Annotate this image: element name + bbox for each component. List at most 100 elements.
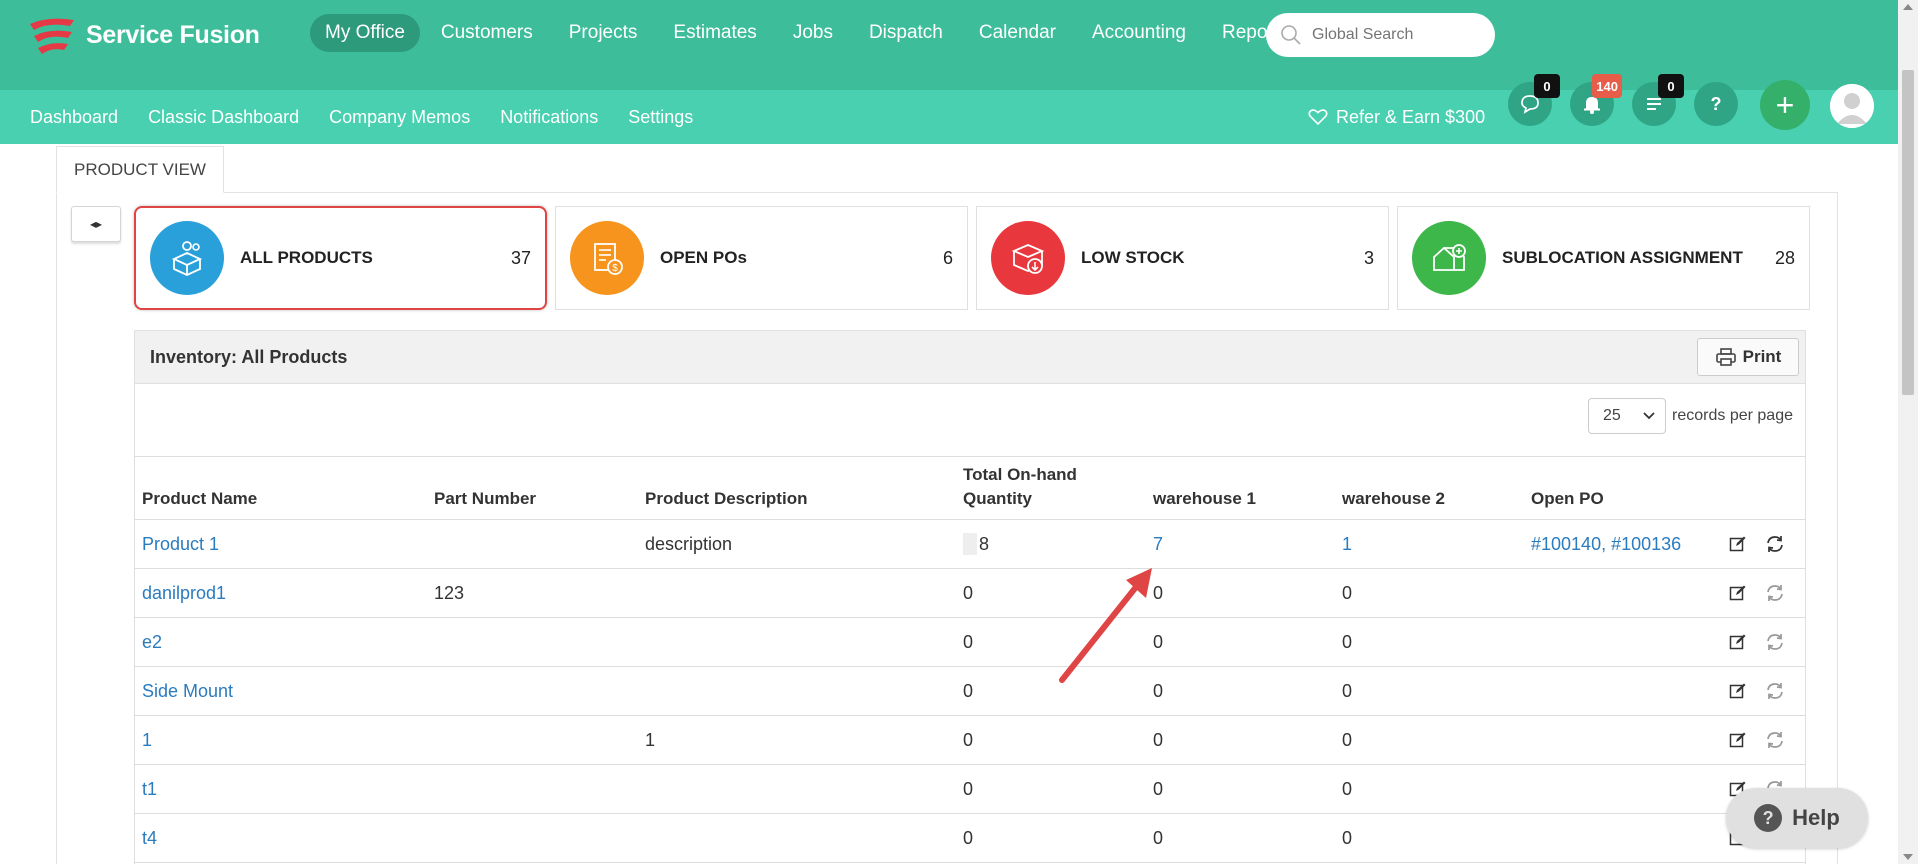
nav-estimates[interactable]: Estimates — [658, 14, 771, 52]
scroll-down-arrow-icon[interactable] — [1903, 854, 1913, 860]
page-scrollbar[interactable] — [1898, 0, 1918, 864]
nav-calendar[interactable]: Calendar — [964, 14, 1071, 52]
refresh-icon[interactable] — [1765, 731, 1785, 749]
refresh-icon[interactable] — [1765, 584, 1785, 602]
col-part-number[interactable]: Part Number — [426, 456, 637, 520]
add-button[interactable]: + — [1760, 80, 1810, 130]
print-label: Print — [1742, 347, 1782, 366]
sidebar-toggle-button[interactable]: ◂▸ — [71, 206, 121, 242]
refresh-icon[interactable] — [1765, 682, 1785, 700]
chat-badge: 0 — [1534, 74, 1560, 98]
card-sublocation-assignment[interactable]: SUBLOCATION ASSIGNMENT 28 — [1397, 206, 1810, 310]
nav-customers[interactable]: Customers — [426, 14, 548, 52]
card-label: LOW STOCK — [1081, 248, 1185, 267]
part-number — [426, 617, 637, 667]
notifications-badge: 140 — [1592, 74, 1622, 98]
total-qty: 8 — [979, 533, 990, 554]
scroll-up-arrow-icon[interactable] — [1903, 4, 1913, 10]
warehouse-2-qty: 0 — [1334, 813, 1523, 863]
refresh-icon[interactable] — [1765, 535, 1785, 553]
col-actions — [1721, 456, 1806, 520]
open-po — [1523, 813, 1721, 863]
refer-label: Refer & Earn $300 — [1336, 106, 1486, 127]
product-name-link[interactable]: e2 — [142, 632, 162, 652]
product-name-link[interactable]: 1 — [142, 730, 152, 750]
edit-icon[interactable] — [1729, 633, 1747, 651]
global-search-input[interactable] — [1312, 26, 1482, 44]
search-icon — [1281, 25, 1301, 45]
warehouse-1-qty: 0 — [1145, 568, 1334, 618]
help-button[interactable]: ? Help — [1726, 788, 1868, 848]
annotation-arrow-icon — [1059, 568, 1152, 683]
open-po-link[interactable]: #100140, #100136 — [1531, 534, 1681, 554]
edit-icon[interactable] — [1729, 682, 1747, 700]
card-low-stock[interactable]: LOW STOCK 3 — [976, 206, 1389, 310]
global-search[interactable] — [1266, 13, 1495, 57]
card-all-products[interactable]: ALL PRODUCTS 37 — [134, 206, 547, 310]
tasks-badge: 0 — [1658, 74, 1684, 98]
edit-icon[interactable] — [1729, 731, 1747, 749]
avatar[interactable] — [1830, 84, 1874, 128]
qty-indicator — [963, 533, 977, 555]
table-row: 1 1 0 0 0 — [134, 715, 1806, 765]
total-qty: 0 — [955, 813, 1145, 863]
part-number — [426, 666, 637, 716]
total-qty: 0 — [955, 715, 1145, 765]
warehouse-2-qty: 0 — [1334, 568, 1523, 618]
col-product-name[interactable]: Product Name — [134, 456, 426, 520]
nav-dispatch[interactable]: Dispatch — [854, 14, 958, 52]
logo[interactable]: Service Fusion — [26, 14, 260, 56]
product-name-link[interactable]: t1 — [142, 779, 157, 799]
product-name-link[interactable]: Product 1 — [142, 534, 219, 554]
col-warehouse-1[interactable]: warehouse 1 — [1145, 456, 1334, 520]
product-description — [637, 764, 955, 814]
records-per-page-select[interactable]: 25 — [1588, 398, 1667, 434]
col-warehouse-2[interactable]: warehouse 2 — [1334, 456, 1523, 520]
col-product-description[interactable]: Product Description — [637, 456, 955, 520]
warehouse-1-qty-link[interactable]: 7 — [1153, 534, 1163, 554]
tab-product-view[interactable]: PRODUCT VIEW — [56, 146, 224, 193]
records-per-page: 25 records per page — [1588, 398, 1793, 434]
refresh-icon[interactable] — [1765, 633, 1785, 651]
nav-jobs[interactable]: Jobs — [778, 14, 848, 52]
product-description — [637, 666, 955, 716]
subnav-company-memos[interactable]: Company Memos — [329, 107, 470, 128]
print-button[interactable]: Print — [1697, 338, 1799, 376]
table-row: t1 0 0 0 — [134, 764, 1806, 814]
col-open-po[interactable]: Open PO — [1523, 456, 1721, 520]
scroll-thumb[interactable] — [1902, 70, 1914, 395]
panel-header: Inventory: All Products Print — [135, 331, 1805, 384]
col-total-on-hand[interactable]: Total On-hand Quantity — [955, 456, 1145, 520]
warehouse-2-qty: 0 — [1334, 617, 1523, 667]
warehouse-1-qty: 0 — [1145, 764, 1334, 814]
help-question-button[interactable]: ? — [1694, 82, 1738, 126]
warehouse-1-qty: 0 — [1145, 715, 1334, 765]
tasks-button[interactable]: 0 — [1632, 74, 1684, 126]
table-row: Side Mount 0 0 0 — [134, 666, 1806, 716]
warehouse-1-qty: 0 — [1145, 813, 1334, 863]
product-name-link[interactable]: Side Mount — [142, 681, 233, 701]
chat-button[interactable]: 0 — [1508, 74, 1560, 126]
warehouse-2-qty: 0 — [1334, 764, 1523, 814]
card-count: 28 — [1774, 247, 1795, 268]
subnav-classic-dashboard[interactable]: Classic Dashboard — [148, 107, 299, 128]
subnav-settings[interactable]: Settings — [628, 107, 693, 128]
product-name-link[interactable]: t4 — [142, 828, 157, 848]
nav-projects[interactable]: Projects — [554, 14, 653, 52]
product-name-link[interactable]: danilprod1 — [142, 583, 226, 603]
nav-accounting[interactable]: Accounting — [1077, 14, 1201, 52]
nav-my-office[interactable]: My Office — [310, 14, 420, 52]
refer-earn-link[interactable]: Refer & Earn $300 — [1308, 90, 1485, 144]
panel-title: Inventory: All Products — [150, 346, 348, 367]
box-down-icon — [991, 221, 1065, 295]
warehouse-2-qty-link[interactable]: 1 — [1342, 534, 1352, 554]
notifications-button[interactable]: 140 — [1570, 74, 1622, 126]
edit-icon[interactable] — [1729, 584, 1747, 602]
card-open-pos[interactable]: $ OPEN POs 6 — [555, 206, 968, 310]
subnav-notifications[interactable]: Notifications — [500, 107, 598, 128]
edit-icon[interactable] — [1729, 535, 1747, 553]
card-count: 37 — [510, 247, 531, 268]
summary-cards: ALL PRODUCTS 37 $ OPEN POs 6 LOW STOCK 3… — [134, 206, 1810, 310]
warehouse-1-qty: 0 — [1145, 666, 1334, 716]
subnav-dashboard[interactable]: Dashboard — [30, 107, 118, 128]
